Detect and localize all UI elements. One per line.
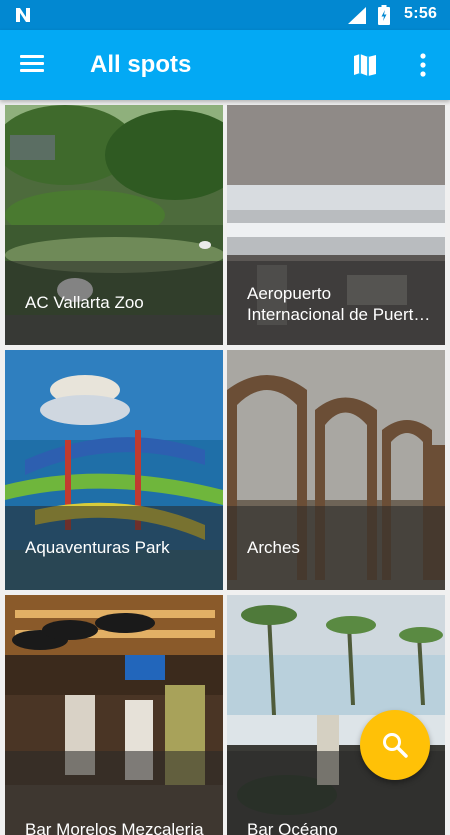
- page-title: All spots: [90, 51, 192, 78]
- menu-icon: [20, 55, 50, 72]
- spot-tile-aquaventuras-park[interactable]: Aquaventuras Park: [5, 350, 223, 590]
- spot-name: Arches: [247, 538, 300, 557]
- spot-name: Aquaventuras Park: [25, 538, 170, 557]
- spot-name: AC Vallarta Zoo: [25, 293, 144, 312]
- spot-tile-bar-morelos[interactable]: Bar Morelos Mezcaleria: [5, 595, 223, 835]
- clock-time: 5:56: [404, 5, 438, 22]
- spot-tile-arches[interactable]: Arches: [227, 350, 445, 590]
- spot-name: Aeropuerto Internacional de Puert…: [247, 284, 431, 324]
- map-icon: [354, 54, 376, 76]
- more-vert-icon: [420, 53, 426, 77]
- search-icon: [383, 733, 408, 758]
- spot-name: Bar Océano: [247, 820, 338, 835]
- notification-n-icon: [16, 8, 30, 22]
- app-bar: All spots: [0, 30, 450, 100]
- menu-button[interactable]: [20, 52, 50, 78]
- map-button[interactable]: [352, 52, 378, 78]
- signal-icon: [348, 7, 366, 24]
- more-options-button[interactable]: [413, 50, 433, 80]
- battery-icon: [378, 5, 390, 25]
- spot-tile-ac-vallarta-zoo[interactable]: AC Vallarta Zoo: [5, 105, 223, 345]
- spot-tile-aeropuerto[interactable]: Aeropuerto Internacional de Puert…: [227, 105, 445, 345]
- status-bar: 5:56: [0, 0, 450, 30]
- search-fab[interactable]: [360, 710, 430, 780]
- spot-name: Bar Morelos Mezcaleria: [25, 820, 204, 835]
- spots-grid: AC Vallarta Zoo Aeropuerto Internacional…: [0, 100, 450, 835]
